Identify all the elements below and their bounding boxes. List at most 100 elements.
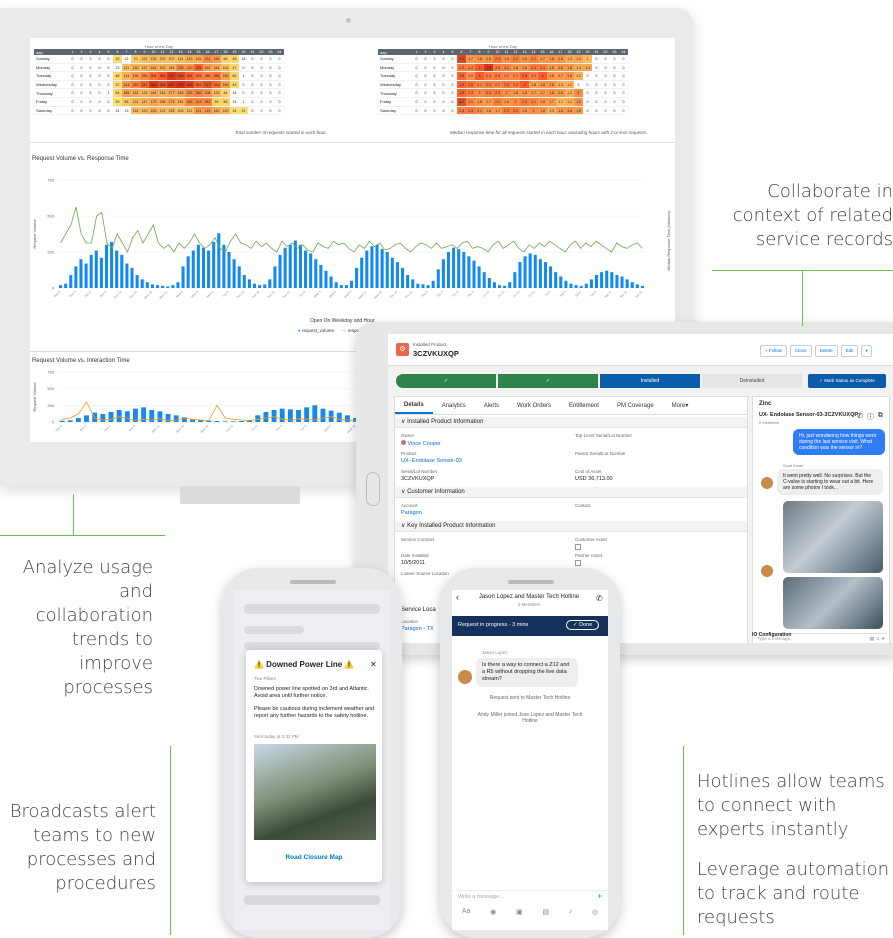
bar <box>263 284 267 288</box>
partner-asset-checkbox[interactable] <box>575 560 581 566</box>
attachment-icons[interactable]: ▤ ☺ ✈ <box>870 634 885 643</box>
camera-dot <box>346 18 351 23</box>
camera-icon[interactable]: ◉ <box>490 908 496 916</box>
phone-icon[interactable]: ✆ <box>857 412 863 422</box>
heatmap-cell: 0 <box>604 65 607 70</box>
serial-label: Serial/Lot Number <box>401 469 438 474</box>
microphone-icon[interactable]: ♪ <box>569 908 573 916</box>
tab-more[interactable]: More▾ <box>663 402 698 409</box>
x-tick-label: Sun 9 <box>99 290 108 299</box>
bar <box>283 247 287 288</box>
location-icon[interactable]: ◎ <box>592 908 598 916</box>
heatmap-cell: 31 <box>239 106 248 115</box>
heatmap-cell: 0 <box>251 74 254 79</box>
image-icon[interactable]: ▣ <box>516 908 523 916</box>
heatmap-cell: 0 <box>107 82 110 87</box>
bar <box>314 259 318 288</box>
follow-button[interactable]: + Follow <box>760 345 787 357</box>
tab-pm-coverage[interactable]: PM Coverage <box>608 403 663 409</box>
heatmap-cell: 1.8 <box>520 55 529 63</box>
bar <box>329 276 333 288</box>
account-value[interactable]: Paragon <box>401 510 422 516</box>
close-icon[interactable]: ✕ <box>370 660 377 669</box>
clone-button[interactable]: Clone <box>789 345 812 357</box>
photo-attachment[interactable] <box>783 501 883 573</box>
heatmap-cell: 2.5 <box>466 80 475 89</box>
bar <box>115 250 119 288</box>
heatmap-cell: 1.2 <box>565 97 574 106</box>
record-header: ⚙ Installed Product 3CZVKUXQP + Follow C… <box>388 334 893 366</box>
bar <box>157 411 163 422</box>
chevron-down-icon[interactable]: ▾ <box>861 345 872 357</box>
heatmap-cell: 47 <box>230 63 239 72</box>
back-icon[interactable]: ‹ <box>456 592 459 602</box>
path-step-installed[interactable]: Installed <box>600 374 700 388</box>
x-tick-label: Tue 0 <box>250 424 258 432</box>
bar <box>574 285 578 288</box>
bar <box>242 275 246 288</box>
message-input[interactable]: Write a message... ✈ <box>452 890 608 904</box>
chat-panel: Zinc UX- Endolase Sensor-03-3CZVKUXQP 2 … <box>752 396 890 643</box>
done-button[interactable]: ✓ Done <box>566 620 600 630</box>
customer-asset-checkbox[interactable] <box>575 544 581 550</box>
tab-details[interactable]: Details <box>395 397 433 414</box>
heatmap-cell: 0 <box>622 108 625 113</box>
path-step-1[interactable]: ✓ <box>396 374 496 388</box>
text-icon[interactable]: Aa <box>462 908 471 916</box>
info-icon[interactable]: ⓘ <box>867 412 874 422</box>
owner-label: Owner <box>401 433 415 438</box>
tab-work-orders[interactable]: Work Orders <box>508 403 560 409</box>
heatmap-cell: 0 <box>595 65 598 70</box>
loaner-label: Loaner Source Location <box>401 571 449 576</box>
section-customer[interactable]: ∨ Customer Information <box>395 487 747 498</box>
path-step-deinstalled[interactable]: Deinstalled <box>702 374 802 388</box>
bar <box>247 279 251 288</box>
bar <box>401 267 405 288</box>
bar <box>130 267 134 288</box>
request-status-bar: Request in progress · 3 mins ✓ Done <box>452 616 608 636</box>
x-tick-label: Thu 0 <box>421 290 429 298</box>
external-link-icon[interactable]: ⧉ <box>878 412 883 422</box>
photo-attachment[interactable] <box>783 577 883 629</box>
heatmap-cell: 1.8 <box>502 97 511 106</box>
owner-value[interactable]: Vince Cooper <box>401 440 441 447</box>
mark-complete-button[interactable]: ✓ Mark Status as Complete <box>808 374 886 388</box>
section-installed-product[interactable]: ∨ Installed Product Information <box>395 417 747 428</box>
edit-button[interactable]: Edit <box>840 345 859 357</box>
road-closure-link[interactable]: Road Closure Map <box>246 854 382 861</box>
product-value[interactable]: UX- Endolase Sensor-03 <box>401 458 462 464</box>
home-button[interactable] <box>366 472 380 506</box>
bar <box>513 272 517 288</box>
send-icon[interactable]: ✈ <box>597 894 602 900</box>
section-key-info[interactable]: ∨ Key Installed Product Information <box>395 521 747 532</box>
heatmap-cell: 2.3 <box>511 106 520 115</box>
heatmap-cell: 0 <box>451 74 454 79</box>
bar <box>79 259 83 288</box>
heatmap-cell: 0 <box>269 99 272 104</box>
bar <box>441 259 445 288</box>
tab-entitlement[interactable]: Entitlement <box>560 403 608 409</box>
phone-icon[interactable]: ✆ <box>596 594 603 603</box>
heatmap-cell: 0 <box>604 74 607 79</box>
file-icon[interactable]: ▤ <box>542 908 549 916</box>
heatmap-cell: 12 <box>124 57 129 61</box>
path-step-2[interactable]: ✓ <box>498 374 598 388</box>
y-tick-label: 250 <box>47 403 54 408</box>
heatmap-cell: 0 <box>622 65 625 70</box>
heatmap-cell: 1.8 <box>574 97 583 106</box>
heatmap-cell: 105 <box>176 106 185 115</box>
location-value[interactable]: Paragon - TX <box>401 626 434 632</box>
bar <box>232 259 236 288</box>
bar <box>161 285 165 288</box>
delete-button[interactable]: Delete <box>814 345 838 357</box>
heatmap-cell: 164 <box>149 63 158 72</box>
heatmap-cell: 0 <box>98 91 101 96</box>
request-status: Request in progress · 3 mins <box>458 622 529 628</box>
tab-analytics[interactable]: Analytics <box>433 403 475 409</box>
tab-alerts[interactable]: Alerts <box>475 403 508 409</box>
heatmap-cell: 24 <box>232 99 237 104</box>
bar <box>344 415 350 422</box>
heatmap-cell: 460 <box>149 80 158 89</box>
bar <box>140 279 144 288</box>
heatmap-cell: 0 <box>595 91 598 96</box>
